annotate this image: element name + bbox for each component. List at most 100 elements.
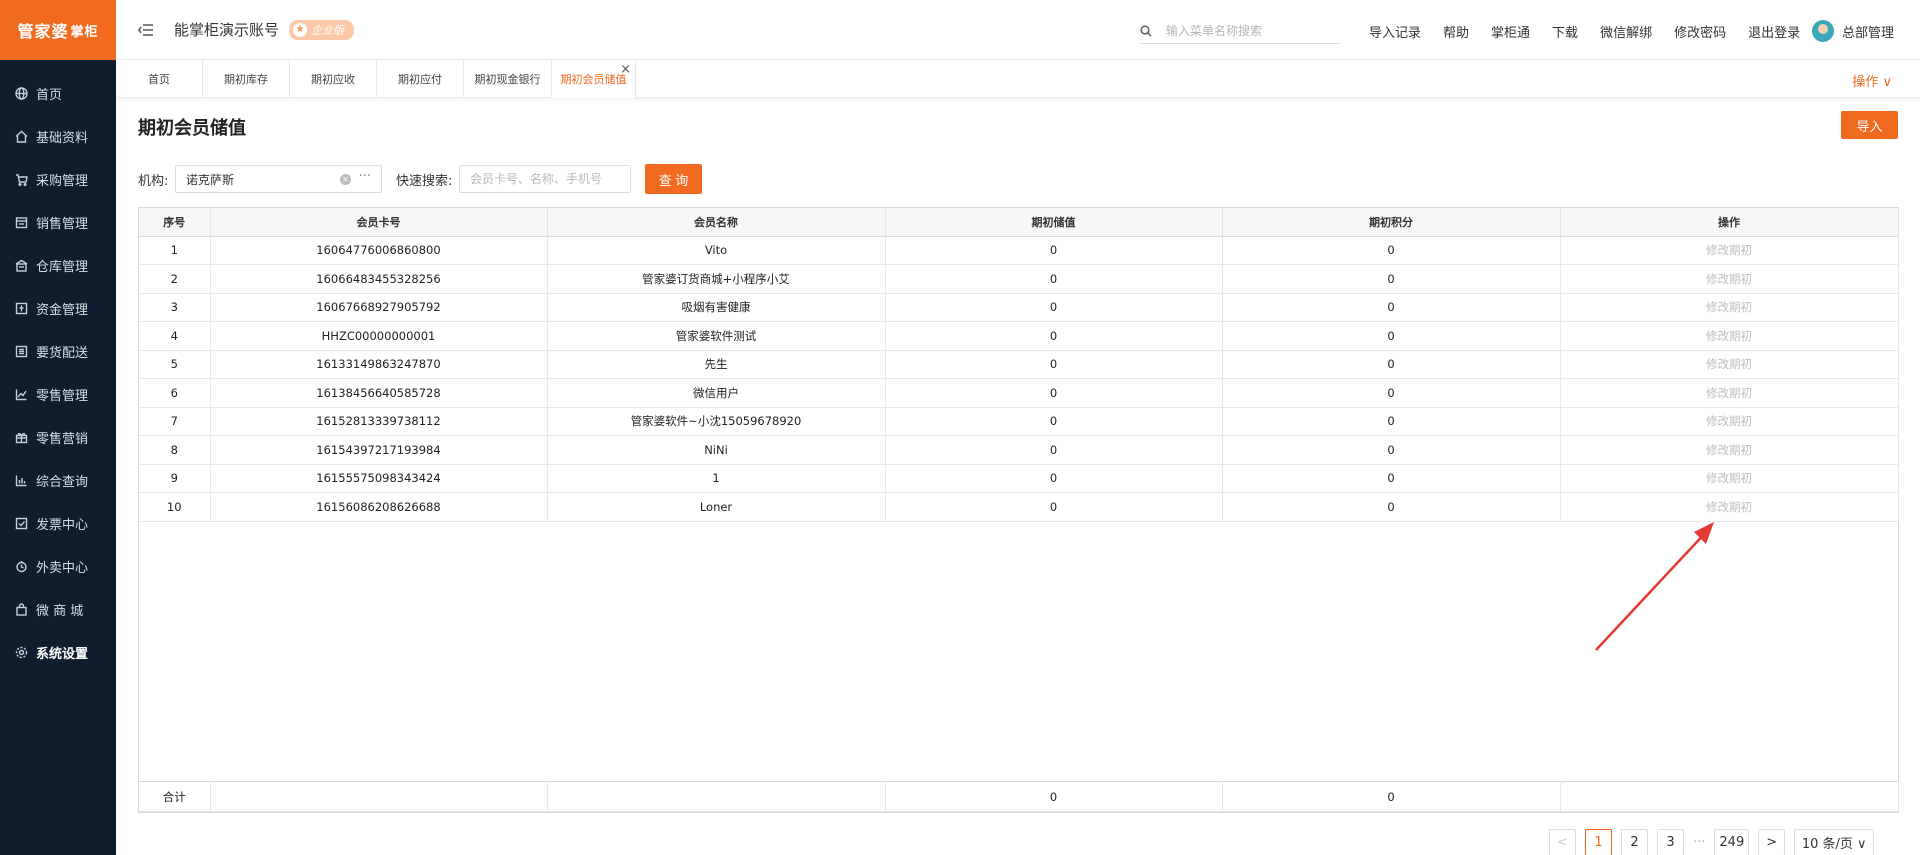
cell-no: 9 bbox=[139, 464, 211, 493]
tab-operations-menu[interactable]: 操作 ∨ bbox=[1852, 71, 1892, 90]
sidebar-item-5[interactable]: 资金管理 bbox=[0, 287, 116, 330]
header-link-1[interactable]: 帮助 bbox=[1443, 22, 1469, 41]
sidebar-item-9[interactable]: 综合查询 bbox=[0, 459, 116, 502]
total-points: 0 bbox=[1222, 781, 1561, 812]
header-link-0[interactable]: 导入记录 bbox=[1369, 22, 1421, 41]
header-link-3[interactable]: 下载 bbox=[1552, 22, 1578, 41]
header-link-5[interactable]: 修改密码 bbox=[1674, 22, 1726, 41]
edit-initial-link[interactable]: 修改期初 bbox=[1560, 264, 1899, 294]
more-icon[interactable]: ··· bbox=[359, 169, 371, 184]
column-header: 期初积分 bbox=[1222, 208, 1561, 237]
globe-icon bbox=[14, 87, 28, 101]
tab-0[interactable]: 首页 bbox=[116, 60, 203, 98]
edit-initial-link[interactable]: 修改期初 bbox=[1560, 378, 1899, 408]
header-link-6[interactable]: 退出登录 bbox=[1748, 22, 1800, 41]
cell-no: 2 bbox=[139, 264, 211, 294]
sidebar-item-label: 仓库管理 bbox=[36, 260, 89, 275]
clear-icon[interactable]: × bbox=[340, 174, 351, 185]
page-button[interactable]: 1 bbox=[1585, 829, 1612, 855]
menu-toggle-icon[interactable] bbox=[136, 20, 156, 40]
prev-page-button[interactable]: < bbox=[1549, 829, 1576, 855]
total-stored: 0 bbox=[885, 781, 1223, 812]
top-header: 能掌柜演示账号 ★ 企业版 导入记录 帮助 掌柜通 下载 微信解绑 修改密码 退出登录 总部… bbox=[116, 0, 1920, 60]
cell-stored: 0 bbox=[885, 264, 1223, 294]
sidebar-item-0[interactable]: 首页 bbox=[0, 72, 116, 115]
page-button[interactable]: 2 bbox=[1621, 829, 1648, 855]
cell-name: Vito bbox=[547, 236, 886, 265]
sidebar-item-3[interactable]: 销售管理 bbox=[0, 201, 116, 244]
tab-4[interactable]: 期初现金银行 bbox=[464, 60, 552, 98]
cell-points: 0 bbox=[1222, 236, 1561, 265]
page-button[interactable]: 3 bbox=[1657, 829, 1684, 855]
sidebar-item-8[interactable]: 零售营销 bbox=[0, 416, 116, 459]
edit-initial-link[interactable]: 修改期初 bbox=[1560, 321, 1899, 351]
sidebar-item-7[interactable]: 零售管理 bbox=[0, 373, 116, 416]
org-selector[interactable]: 诺克萨斯 × ··· bbox=[175, 165, 382, 193]
edit-initial-link[interactable]: 修改期初 bbox=[1560, 435, 1899, 465]
pagination-ellipsis[interactable]: ··· bbox=[1693, 835, 1705, 850]
cell-card: 16138456640585728 bbox=[210, 378, 548, 408]
header-link-2[interactable]: 掌柜通 bbox=[1491, 22, 1530, 41]
cell-points: 0 bbox=[1222, 492, 1561, 522]
tab-2[interactable]: 期初应收 bbox=[290, 60, 377, 98]
org-value: 诺克萨斯 bbox=[186, 172, 235, 187]
cell-name: NiNi bbox=[547, 435, 886, 465]
edit-initial-link[interactable]: 修改期初 bbox=[1560, 464, 1899, 493]
sidebar-item-13[interactable]: 系统设置 bbox=[0, 631, 116, 674]
delivery-icon bbox=[14, 560, 28, 574]
edit-initial-link[interactable]: 修改期初 bbox=[1560, 293, 1899, 322]
quick-search-input[interactable] bbox=[459, 165, 631, 193]
bar-chart-icon bbox=[14, 474, 28, 488]
cell-name: 先生 bbox=[547, 350, 886, 379]
sidebar-item-2[interactable]: 采购管理 bbox=[0, 158, 116, 201]
table-row: 6 16138456640585728 微信用户 0 0 修改期初 bbox=[139, 378, 1899, 408]
header-links: 导入记录 帮助 掌柜通 下载 微信解绑 修改密码 退出登录 bbox=[1369, 22, 1822, 41]
cell-no: 7 bbox=[139, 407, 211, 436]
query-button[interactable]: 查 询 bbox=[645, 164, 702, 194]
user-menu[interactable]: 总部管理 bbox=[1812, 20, 1894, 42]
cell-no: 1 bbox=[139, 236, 211, 265]
sidebar-item-1[interactable]: 基础资料 bbox=[0, 115, 116, 158]
tab-label: 期初现金银行 bbox=[474, 73, 541, 86]
tab-3[interactable]: 期初应付 bbox=[377, 60, 464, 98]
next-page-button[interactable]: > bbox=[1758, 829, 1786, 855]
cell-stored: 0 bbox=[885, 464, 1223, 493]
menu-search bbox=[1140, 18, 1340, 44]
sidebar-item-label: 要货配送 bbox=[36, 346, 89, 361]
sidebar-item-label: 外卖中心 bbox=[36, 561, 89, 576]
cell-points: 0 bbox=[1222, 407, 1561, 436]
logo-sub: 掌柜 bbox=[70, 24, 99, 40]
import-button[interactable]: 导入 bbox=[1841, 111, 1898, 139]
table-body: 1 16064776006860800 Vito 0 0 修改期初 2 16066483455… bbox=[139, 236, 1899, 522]
sidebar-item-10[interactable]: 发票中心 bbox=[0, 502, 116, 545]
page-size-select[interactable]: 10 条/页 ∨ bbox=[1794, 829, 1875, 855]
quick-search-label: 快速搜索: bbox=[396, 174, 453, 189]
sidebar-item-11[interactable]: 外卖中心 bbox=[0, 545, 116, 588]
sidebar-item-12[interactable]: 微 商 城 bbox=[0, 588, 116, 631]
menu-search-input[interactable] bbox=[1166, 23, 1336, 38]
last-page-button[interactable]: 249 bbox=[1714, 829, 1750, 855]
header-link-4[interactable]: 微信解绑 bbox=[1600, 22, 1652, 41]
sales-icon bbox=[14, 216, 28, 230]
tab-1[interactable]: 期初库存 bbox=[203, 60, 290, 98]
cell-card: 16152813339738112 bbox=[210, 407, 548, 436]
edit-initial-link[interactable]: 修改期初 bbox=[1560, 350, 1899, 379]
cell-no: 3 bbox=[139, 293, 211, 322]
tab-label: 期初应收 bbox=[311, 73, 355, 86]
total-label: 合计 bbox=[139, 781, 211, 812]
cell-points: 0 bbox=[1222, 435, 1561, 465]
edit-initial-link[interactable]: 修改期初 bbox=[1560, 492, 1899, 522]
cell-stored: 0 bbox=[885, 435, 1223, 465]
edition-label: 企业版 bbox=[311, 23, 345, 37]
sidebar-item-6[interactable]: 要货配送 bbox=[0, 330, 116, 373]
cell-points: 0 bbox=[1222, 464, 1561, 493]
list-icon bbox=[14, 345, 28, 359]
sidebar-item-4[interactable]: 仓库管理 bbox=[0, 244, 116, 287]
money-icon bbox=[14, 302, 28, 316]
page-title: 期初会员储值 bbox=[138, 118, 246, 139]
edit-initial-link[interactable]: 修改期初 bbox=[1560, 236, 1899, 265]
edit-initial-link[interactable]: 修改期初 bbox=[1560, 407, 1899, 436]
org-label: 机构: bbox=[138, 174, 169, 189]
tab-5[interactable]: 期初会员储值 × bbox=[552, 60, 636, 98]
close-icon[interactable]: × bbox=[620, 62, 631, 77]
